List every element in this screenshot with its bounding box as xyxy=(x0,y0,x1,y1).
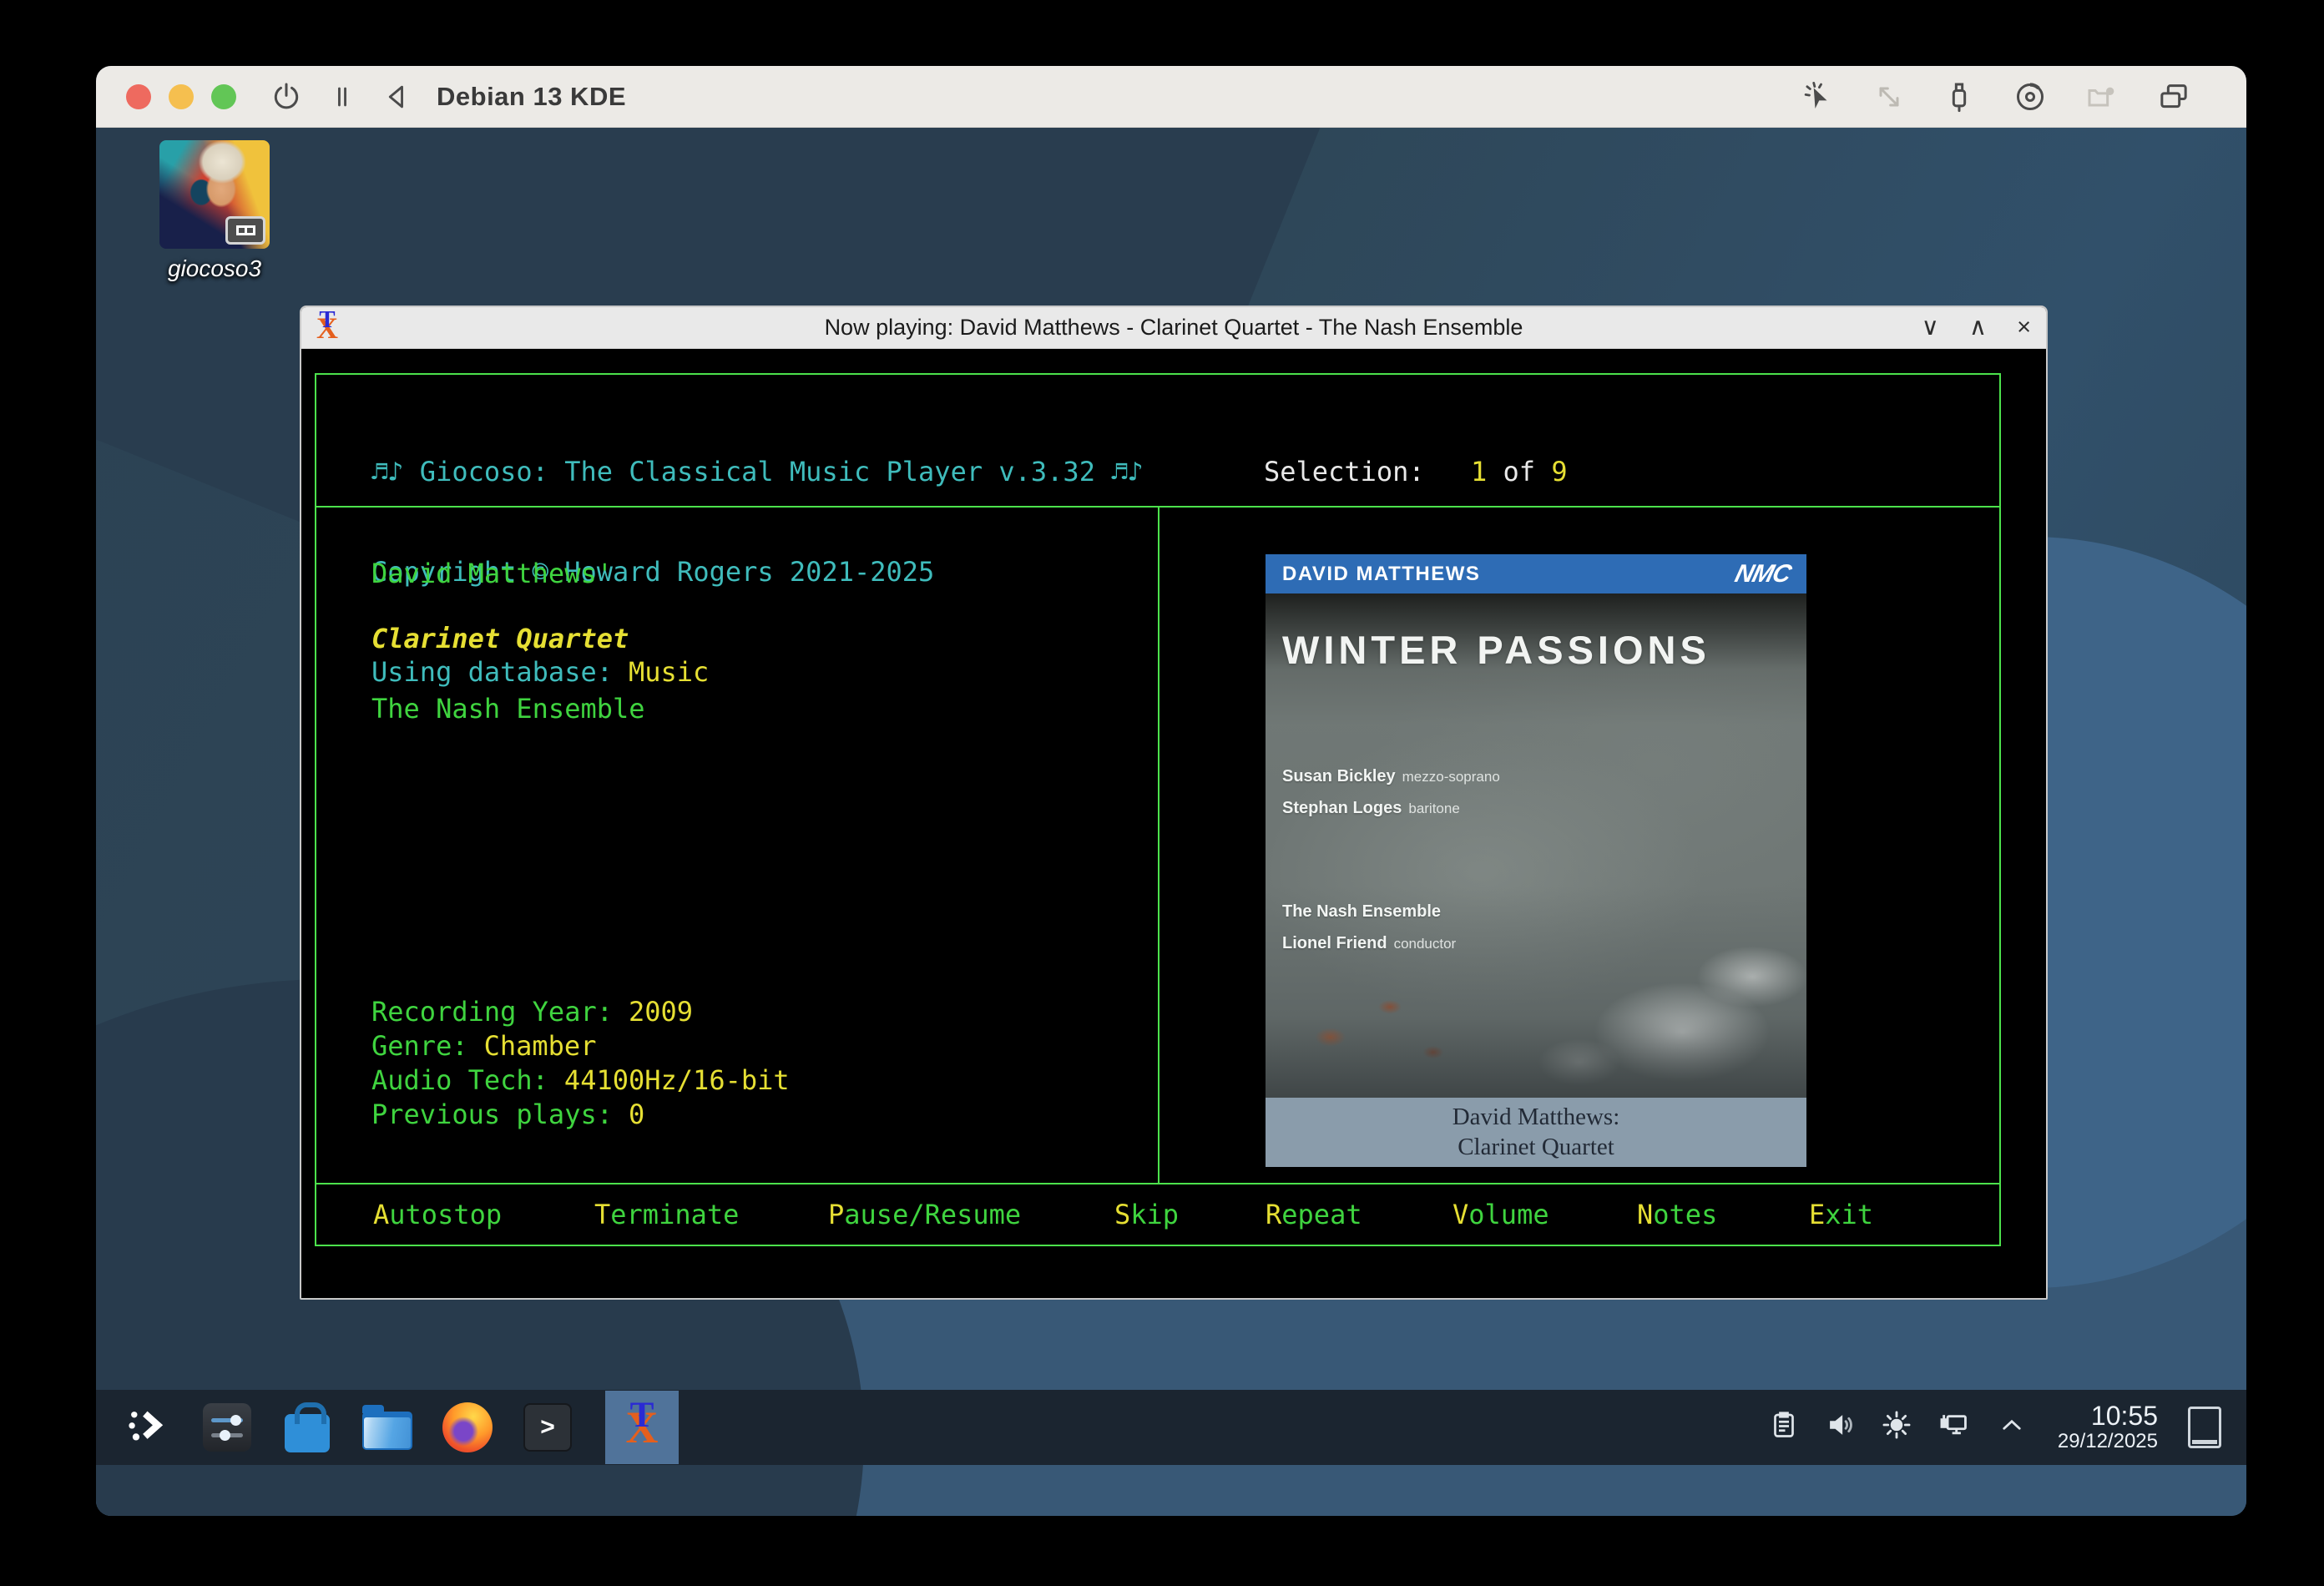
volume-icon[interactable] xyxy=(1824,1409,1856,1445)
beethoven-artwork-icon[interactable] xyxy=(159,140,270,249)
menu-autostop[interactable]: Autostop xyxy=(373,1199,502,1230)
shade-button[interactable]: ∨ xyxy=(1922,316,1939,340)
dolphin-icon[interactable] xyxy=(361,1402,413,1453)
album-ensemble: The Nash Ensemble Lionel Friendconductor xyxy=(1282,894,1456,957)
selection-row: Selection:1 of 9 xyxy=(1264,455,1792,488)
vm-title: Debian 13 KDE xyxy=(437,82,626,112)
track-work-title: Clarinet Quartet xyxy=(371,623,629,654)
menu-notes[interactable]: Notes xyxy=(1637,1199,1717,1230)
clock-time: 10:55 xyxy=(2058,1402,2158,1431)
giocoso-icon: XT xyxy=(626,1405,659,1450)
close-window-button[interactable]: × xyxy=(2017,316,2031,340)
display-config-icon[interactable] xyxy=(1938,1409,1971,1445)
cd-icon[interactable] xyxy=(2013,79,2048,114)
menu-skip[interactable]: Skip xyxy=(1114,1199,1179,1230)
desktop-shortcut-giocoso3[interactable]: giocoso3 xyxy=(135,140,294,282)
firefox-icon[interactable] xyxy=(442,1402,493,1453)
konsole-icon[interactable]: > xyxy=(522,1402,573,1453)
shortcut-label: giocoso3 xyxy=(135,255,294,282)
pause-icon[interactable] xyxy=(328,80,356,114)
album-soloists: Susan Bickleymezzo-soprano Stephan Loges… xyxy=(1282,759,1500,822)
track-performer: The Nash Ensemble xyxy=(371,693,645,725)
resize-icon[interactable] xyxy=(1872,80,1906,114)
show-desktop-button[interactable] xyxy=(2188,1407,2221,1448)
menu-volume[interactable]: Volume xyxy=(1452,1199,1549,1230)
maximize-button[interactable]: ∧ xyxy=(1969,316,1987,340)
brightness-icon[interactable] xyxy=(1881,1409,1912,1445)
app-banner-line: ♬♪ Giocoso: The Classical Music Player v… xyxy=(371,455,1144,488)
displays-icon[interactable] xyxy=(2156,80,2191,114)
album-artwork: WINTER PASSIONS Susan Bickleymezzo-sopra… xyxy=(1266,593,1806,1098)
minimize-button[interactable] xyxy=(169,84,194,109)
expand-arrow-icon[interactable] xyxy=(1996,1411,2028,1443)
app-window-title: Now playing: David Matthews - Clarinet Q… xyxy=(301,315,2046,341)
back-icon[interactable] xyxy=(381,80,413,114)
menu-pause-resume[interactable]: Pause/Resume xyxy=(828,1199,1021,1230)
menu-terminate[interactable]: Terminate xyxy=(594,1199,739,1230)
menu-bar: Autostop Terminate Pause/Resume Skip Rep… xyxy=(315,1183,2001,1246)
zoom-button[interactable] xyxy=(211,84,236,109)
giocoso-task-active[interactable]: XT xyxy=(605,1391,679,1464)
menu-exit[interactable]: Exit xyxy=(1809,1199,1873,1230)
giocoso-terminal: ♬♪ Giocoso: The Classical Music Player v… xyxy=(301,349,2046,1298)
album-cover: DAVID MATTHEWS NMC WINTER PASSIONS Susan… xyxy=(1266,554,1806,1167)
header-panel: ♬♪ Giocoso: The Classical Music Player v… xyxy=(315,373,2001,508)
host-titlebar: Debian 13 KDE xyxy=(96,66,2246,128)
panel-divider xyxy=(1158,508,1159,1183)
nmc-label-logo: NMC xyxy=(1731,560,1793,588)
digital-clock[interactable]: 10:55 29/12/2025 xyxy=(2058,1402,2158,1453)
album-banner: DAVID MATTHEWS NMC xyxy=(1266,554,1806,593)
clipboard-icon[interactable] xyxy=(1769,1409,1799,1445)
app-launcher-icon[interactable] xyxy=(121,1402,173,1453)
album-caption: David Matthews: Clarinet Quartet xyxy=(1266,1098,1806,1167)
usb-icon[interactable] xyxy=(1943,79,1976,114)
track-metadata: Recording Year:2009 Genre:Chamber Audio … xyxy=(371,995,790,1132)
vm-window: Debian 13 KDE xyxy=(96,66,2246,1516)
clock-date: 29/12/2025 xyxy=(2058,1431,2158,1452)
discover-icon[interactable] xyxy=(281,1402,333,1453)
shared-folder-icon[interactable] xyxy=(2084,80,2119,114)
main-panel: David Matthews' Clarinet Quartet The Nas… xyxy=(315,506,2001,1184)
pointer-capture-icon[interactable] xyxy=(1801,79,1836,114)
kde-desktop: giocoso3 XT Now playing: David Matthews … xyxy=(96,128,2246,1516)
menu-repeat[interactable]: Repeat xyxy=(1266,1199,1362,1230)
power-icon[interactable] xyxy=(270,80,303,114)
album-title: WINTER PASSIONS xyxy=(1282,627,1710,673)
album-banner-artist: DAVID MATTHEWS xyxy=(1282,563,1480,586)
traffic-lights xyxy=(126,84,236,109)
giocoso-window: XT Now playing: David Matthews - Clarine… xyxy=(300,306,2048,1300)
symlink-badge-icon xyxy=(225,216,265,245)
system-settings-icon[interactable] xyxy=(201,1402,253,1453)
close-button[interactable] xyxy=(126,84,151,109)
app-titlebar[interactable]: XT Now playing: David Matthews - Clarine… xyxy=(301,307,2046,349)
track-composer: David Matthews' xyxy=(371,558,613,589)
kde-panel: > XT xyxy=(96,1390,2246,1465)
